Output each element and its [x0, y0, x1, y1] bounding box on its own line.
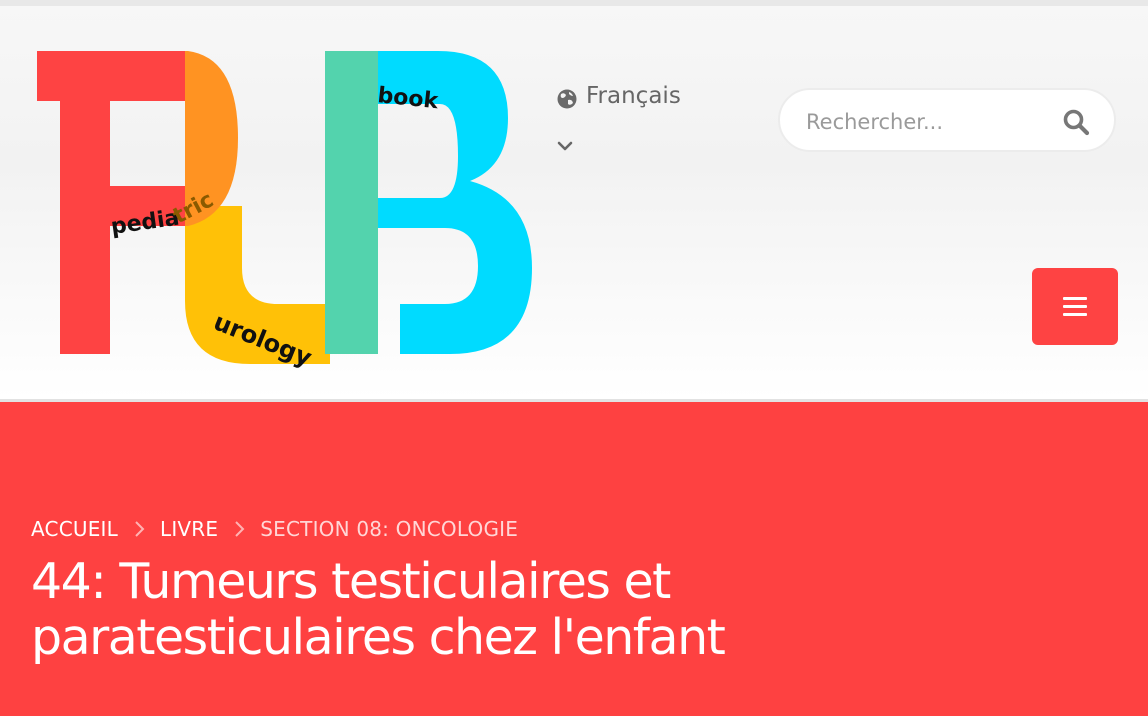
language-selector[interactable]: Français — [556, 82, 706, 162]
chevron-down-icon[interactable] — [556, 138, 574, 152]
search-box — [778, 88, 1116, 152]
breadcrumb-home-link[interactable]: ACCUEIL — [31, 517, 118, 541]
chevron-right-icon — [118, 518, 160, 540]
chevron-right-icon — [218, 518, 260, 540]
breadcrumb-current-section: SECTION 08: ONCOLOGIE — [260, 517, 519, 541]
pub-logo-graphic: pedia tric urology book — [37, 51, 532, 371]
search-icon[interactable] — [1062, 108, 1090, 136]
menu-toggle-button[interactable] — [1032, 268, 1118, 345]
page-title: 44: Tumeurs testiculaires et paratesticu… — [31, 553, 726, 666]
page-hero: ACCUEIL LIVRE SECTION 08: ONCOLOGIE 44: … — [0, 402, 1148, 716]
breadcrumb-book-link[interactable]: LIVRE — [160, 517, 218, 541]
hamburger-menu-icon — [1063, 297, 1087, 317]
logo-word-book: book — [376, 83, 440, 114]
site-logo[interactable]: pedia tric urology book — [30, 46, 540, 371]
breadcrumb: ACCUEIL LIVRE SECTION 08: ONCOLOGIE — [31, 514, 518, 544]
language-label: Français — [586, 83, 681, 109]
search-input[interactable] — [804, 104, 1048, 140]
site-header: pedia tric urology book Français — [0, 6, 1148, 400]
globe-icon — [556, 88, 578, 110]
